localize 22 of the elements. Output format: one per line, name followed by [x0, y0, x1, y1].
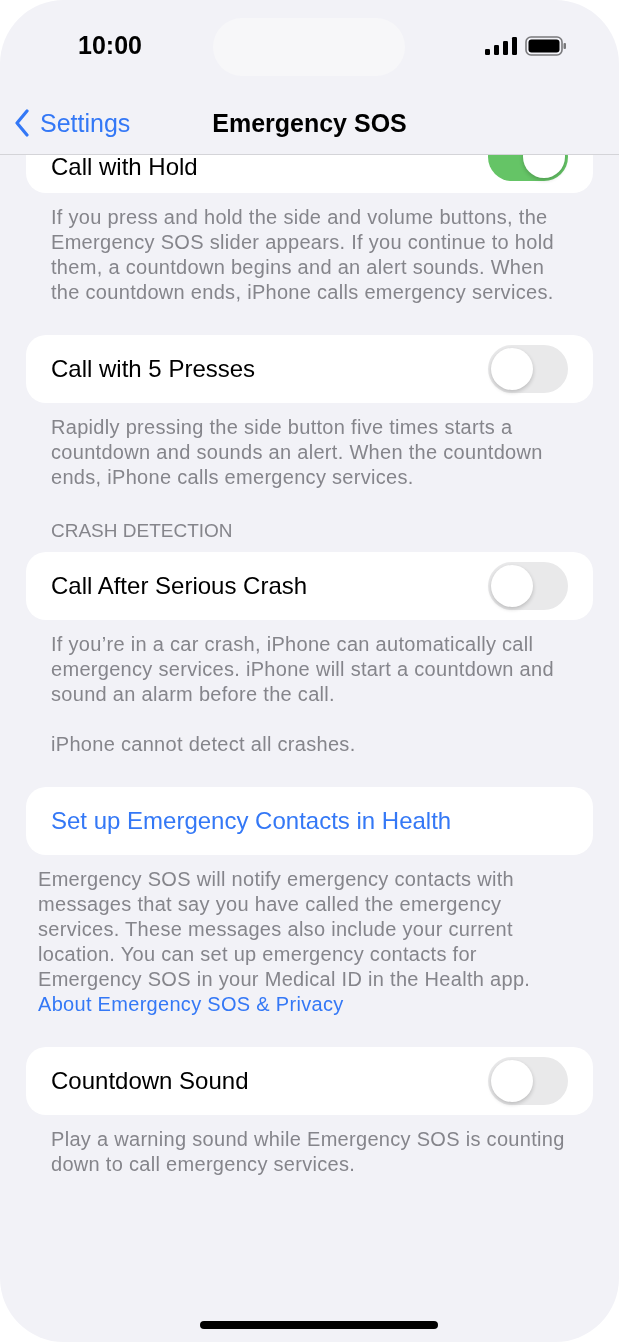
- nav-title: Emergency SOS: [212, 108, 407, 138]
- footer-text: Play a warning sound while Emergency SOS is counting down to call emergency services.: [51, 1127, 566, 1177]
- row-label: Call with 5 Presses: [51, 355, 256, 383]
- row-label: Call with Hold: [51, 155, 198, 181]
- row-label: Call After Serious Crash: [51, 572, 308, 600]
- battery-icon: [525, 36, 567, 56]
- privacy-link[interactable]: About Emergency SOS & Privacy: [38, 992, 344, 1017]
- chevron-left-icon: [14, 109, 30, 137]
- back-button[interactable]: Settings: [0, 108, 131, 138]
- toggle-switch[interactable]: [488, 1057, 568, 1105]
- row-label: Countdown Sound: [51, 1067, 249, 1095]
- section-header: CRASH DETECTION: [50, 520, 234, 543]
- status-time: 10:00: [78, 30, 142, 60]
- footer-text: If you’re in a car crash, iPhone can automatically call emergency services. iPhone will start a countdown and sound an alarm before the call.: [51, 632, 555, 707]
- toggle-switch[interactable]: [488, 345, 568, 393]
- footer-text: iPhone cannot detect all crashes.: [51, 732, 357, 757]
- footer-text: Rapidly pressing the side button five times starts a countdown and sounds an alert. When the countdown ends, iPhone calls emergency services.: [51, 415, 544, 490]
- footer-text: If you press and hold the side and volume buttons, the Emergency SOS slider appears. If you continue to hold them, a countdown begins and an alert sounds. When the countdown ends, iPhone calls emergency services.: [51, 205, 555, 305]
- link-row[interactable]: Set up Emergency Contacts in Health: [51, 807, 452, 835]
- toggle-switch[interactable]: [488, 562, 568, 610]
- signal-icon: [485, 37, 517, 55]
- footer-text: Emergency SOS will notify emergency contacts with messages that say you have called the emergency services. These messages also include your current location. You can set up emergency contacts for Emergency SOS in your Medical ID in the Health app.: [38, 867, 532, 992]
